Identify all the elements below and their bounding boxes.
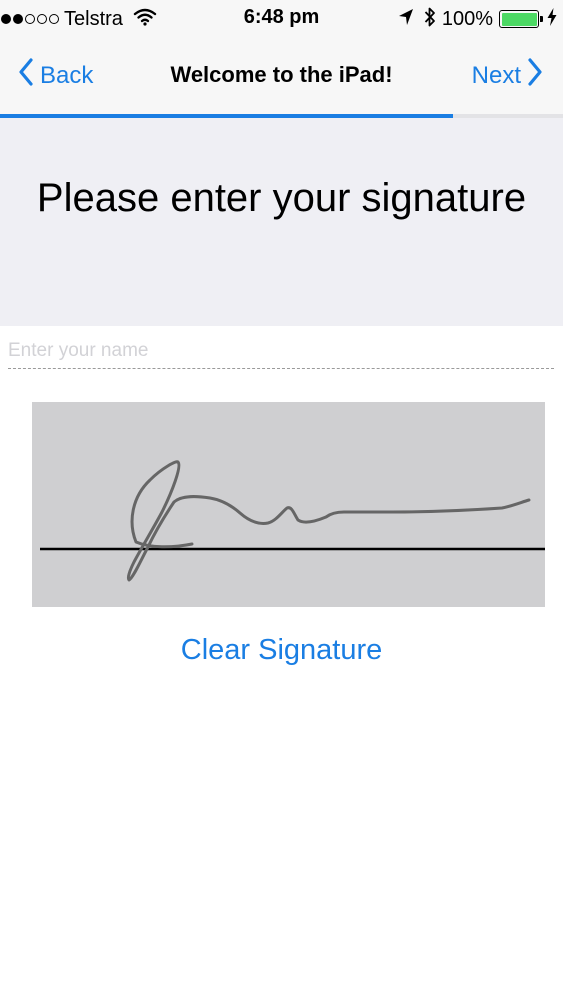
- signature-pad[interactable]: [32, 402, 545, 607]
- bluetooth-icon: [424, 6, 436, 33]
- status-bar: Telstra 6:48 pm 100%: [0, 0, 563, 40]
- battery-nub: [540, 16, 543, 22]
- screen: Telstra 6:48 pm 100% Back Welcome to the…: [0, 0, 563, 1000]
- charging-bolt-icon: [547, 7, 557, 31]
- name-input-underline: [8, 368, 554, 369]
- signature-stroke: [126, 460, 531, 582]
- heading-area: Please enter your signature: [0, 118, 563, 326]
- clear-signature-button[interactable]: Clear Signature: [0, 634, 563, 667]
- next-button-label: Next: [471, 61, 521, 89]
- next-button[interactable]: Next: [472, 58, 543, 93]
- battery-percentage: 100%: [441, 7, 493, 30]
- navigation-bar: Back Welcome to the iPad! Next: [0, 40, 563, 114]
- battery-fill: [501, 12, 537, 26]
- name-input[interactable]: [8, 334, 554, 368]
- status-right: 100%: [398, 7, 557, 31]
- battery-icon: [499, 10, 543, 28]
- page-heading: Please enter your signature: [36, 176, 527, 220]
- chevron-right-icon: [527, 58, 543, 93]
- location-arrow-icon: [398, 8, 414, 31]
